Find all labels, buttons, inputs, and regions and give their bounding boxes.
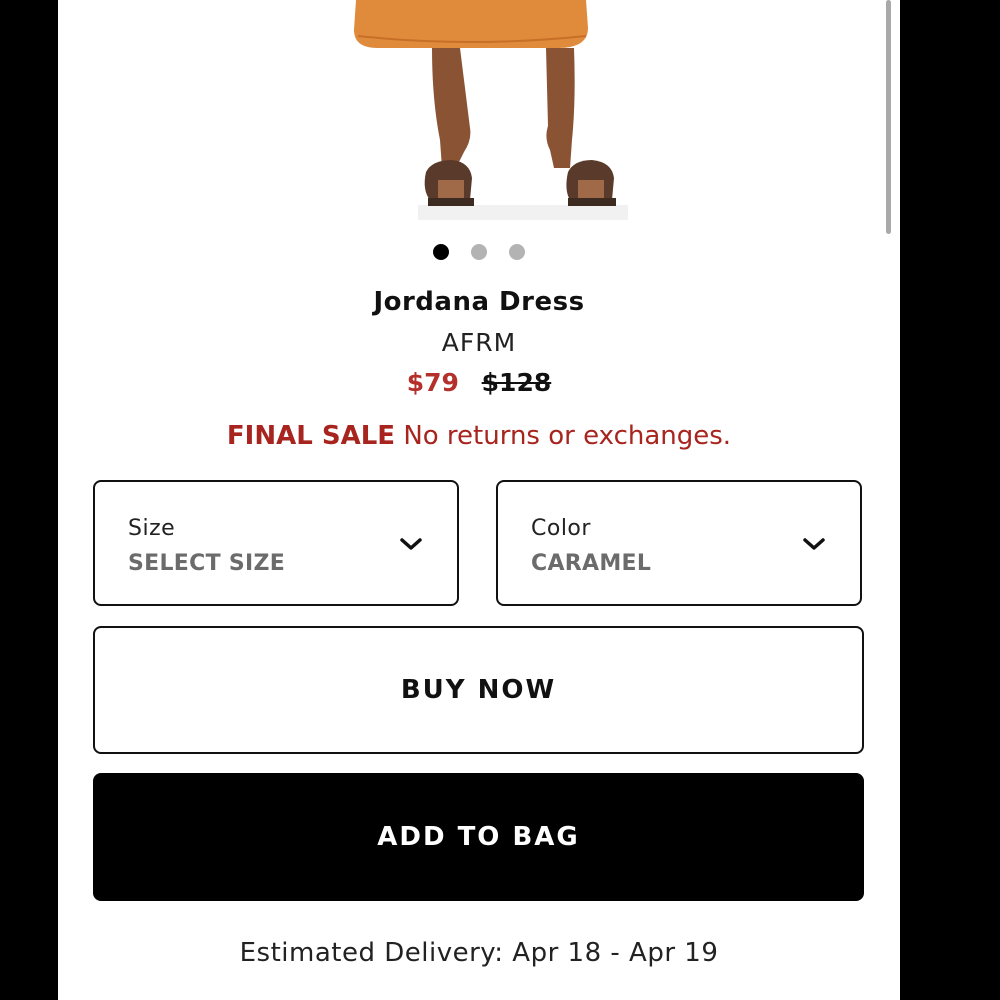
size-select[interactable]: Size SELECT SIZE [93, 480, 459, 606]
chevron-down-icon [400, 538, 422, 550]
carousel-dot-2[interactable] [471, 244, 487, 260]
color-select[interactable]: Color CARAMEL [496, 480, 862, 606]
buy-now-button[interactable]: BUY NOW [93, 626, 864, 754]
final-sale-note: No returns or exchanges. [403, 421, 732, 451]
sale-price: $79 [406, 368, 459, 397]
carousel-dot-3[interactable] [509, 244, 525, 260]
add-to-bag-button[interactable]: ADD TO BAG [93, 773, 864, 901]
product-image[interactable] [58, 0, 900, 222]
final-sale-label: FINAL SALE [226, 421, 396, 451]
estimated-delivery: Estimated Delivery: Apr 18 - Apr 19 [239, 938, 719, 968]
product-page: Jordana Dress AFRM $79 $128 FINAL SALE N… [58, 0, 900, 1000]
chevron-down-icon [803, 538, 825, 550]
color-select-label: Color [531, 516, 591, 541]
final-sale-notice: FINAL SALE No returns or exchanges. [58, 421, 900, 451]
carousel-dots [58, 244, 900, 260]
size-select-value: SELECT SIZE [128, 551, 286, 576]
carousel-dot-1[interactable] [433, 244, 449, 260]
product-brand[interactable]: AFRM [58, 328, 900, 357]
page-scrollbar[interactable] [886, 0, 891, 234]
original-price: $128 [481, 368, 552, 397]
price-row: $79 $128 [58, 368, 900, 397]
size-select-label: Size [128, 516, 176, 541]
product-title: Jordana Dress [373, 287, 585, 317]
color-select-value: CARAMEL [531, 551, 652, 576]
